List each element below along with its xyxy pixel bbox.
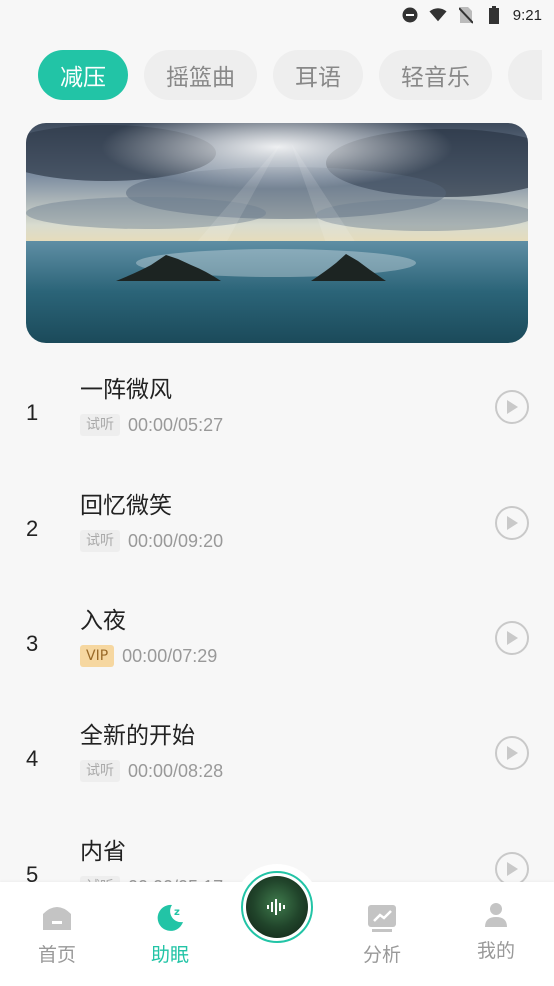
play-button[interactable]: [495, 852, 529, 886]
moon-sleep-icon: z: [157, 904, 183, 931]
tab-decompress[interactable]: 减压: [38, 50, 128, 100]
now-playing-button[interactable]: [234, 864, 320, 950]
track-meta: 试听 00:00/09:20: [80, 530, 223, 552]
sound-wave-icon: [267, 899, 285, 915]
play-icon: [507, 862, 518, 876]
trial-badge: 试听: [80, 760, 120, 782]
wifi-icon: [429, 6, 447, 24]
status-time: 9:21: [512, 6, 542, 24]
track-title: 回忆微笑: [80, 493, 172, 519]
tab-whisper[interactable]: 耳语: [273, 50, 363, 100]
track-title: 全新的开始: [80, 723, 195, 749]
chart-trend-icon: [368, 905, 396, 932]
track-title: 一阵微风: [80, 377, 172, 403]
nav-item-profile[interactable]: 我的: [456, 902, 536, 963]
category-tabs: 减压 摇篮曲 耳语 轻音乐: [38, 50, 542, 102]
trial-badge: 试听: [80, 414, 120, 436]
track-row[interactable]: 2 回忆微笑 试听 00:00/09:20: [0, 486, 554, 602]
track-row[interactable]: 4 全新的开始 试听 00:00/08:28: [0, 716, 554, 832]
track-number: 1: [26, 400, 39, 425]
svg-text:z: z: [174, 907, 180, 918]
track-duration: 00:00/05:27: [128, 414, 224, 435]
play-icon: [507, 631, 518, 645]
track-duration: 00:00/08:28: [128, 760, 224, 781]
play-button[interactable]: [495, 621, 529, 655]
play-icon: [507, 516, 518, 530]
tab-light-music[interactable]: 轻音乐: [379, 50, 492, 100]
vip-badge: VIP: [80, 645, 115, 667]
now-playing-disc: [246, 876, 308, 938]
home-icon: [43, 907, 71, 930]
nav-item-sleep[interactable]: z 助眠: [130, 902, 210, 967]
bottom-nav: 首页 z 助眠 分析 我的: [0, 864, 554, 986]
trial-badge: 试听: [80, 530, 120, 552]
play-button[interactable]: [495, 506, 529, 540]
track-row[interactable]: 1 一阵微风 试听 00:00/05:27: [0, 370, 554, 486]
play-button[interactable]: [495, 390, 529, 424]
battery-icon: [485, 6, 503, 24]
tab-overflow[interactable]: [508, 50, 542, 100]
nav-label-home: 首页: [37, 944, 76, 966]
track-title: 入夜: [80, 608, 126, 634]
no-sim-icon: [457, 6, 475, 24]
track-number: 4: [26, 746, 39, 771]
track-row[interactable]: 3 入夜 VIP 00:00/07:29: [0, 601, 554, 717]
track-duration: 00:00/09:20: [128, 530, 224, 551]
play-icon: [507, 746, 518, 760]
track-duration: 00:00/07:29: [122, 645, 218, 666]
play-button[interactable]: [495, 736, 529, 770]
nav-label-profile: 我的: [476, 940, 515, 962]
ocean-sky-banner[interactable]: [26, 123, 528, 343]
track-title: 内省: [80, 839, 126, 865]
status-bar: 9:21: [0, 0, 554, 30]
track-meta: 试听 00:00/08:28: [80, 760, 223, 782]
track-meta: VIP 00:00/07:29: [80, 645, 217, 667]
track-meta: 试听 00:00/05:27: [80, 414, 223, 436]
nav-label-sleep: 助眠: [150, 944, 189, 966]
do-not-disturb-icon: [401, 6, 419, 24]
nav-item-analysis[interactable]: 分析: [342, 902, 422, 967]
tab-lullaby[interactable]: 摇篮曲: [144, 50, 257, 100]
nav-item-home[interactable]: 首页: [17, 902, 97, 967]
track-number: 2: [26, 516, 39, 541]
play-icon: [507, 400, 518, 414]
now-playing-ring: [241, 871, 313, 943]
nav-label-analysis: 分析: [362, 944, 401, 966]
track-number: 3: [26, 631, 39, 656]
user-icon: [485, 903, 507, 927]
